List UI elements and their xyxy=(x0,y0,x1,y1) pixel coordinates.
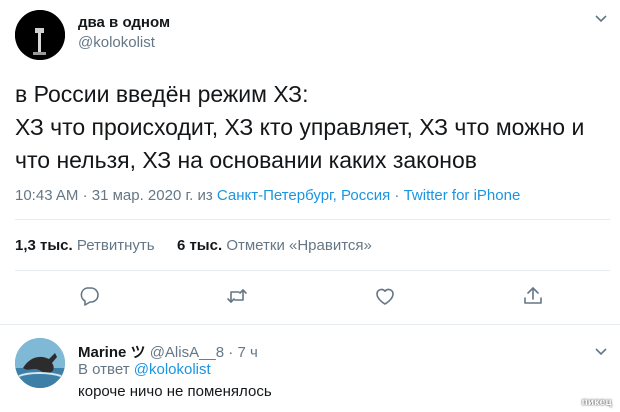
divider xyxy=(15,219,610,220)
reply-to-prefix: В ответ xyxy=(78,361,130,378)
reply-to-handle-link[interactable]: @kolokolist xyxy=(134,361,211,378)
chevron-down-icon[interactable] xyxy=(594,12,608,26)
tweet-text-line: в России введён режим ХЗ: xyxy=(15,81,309,107)
tweet-time[interactable]: 10:43 AM xyxy=(15,187,78,204)
author-avatar[interactable] xyxy=(15,10,65,60)
author-name[interactable]: два в одном xyxy=(78,14,170,31)
reply-header: Marine ツ @AlisA__8 · 7 ч xyxy=(78,341,258,362)
divider xyxy=(0,324,620,325)
avatar-image xyxy=(15,338,65,388)
retweet-icon[interactable] xyxy=(226,285,248,307)
likes-stat[interactable]: 6 тыс. Отметки «Нравится» xyxy=(177,237,372,254)
tweet-source-link[interactable]: Twitter for iPhone xyxy=(404,187,521,204)
tweet-text: в России введён режим ХЗ: ХЗ что происхо… xyxy=(15,78,610,177)
reply-text: короче ничо не поменялось xyxy=(78,383,272,400)
retweets-count: 1,3 тыс. xyxy=(15,237,73,254)
tweet-date[interactable]: 31 мар. 2020 г. xyxy=(92,187,194,204)
avatar-image xyxy=(15,10,65,60)
watermark: пикец xyxy=(581,397,612,408)
meta-separator: · xyxy=(82,187,92,204)
divider xyxy=(15,270,610,271)
from-word: из xyxy=(197,187,213,204)
reply-separator: · xyxy=(228,344,234,361)
tweet-stats: 1,3 тыс. Ретвитнуть 6 тыс. Отметки «Нрав… xyxy=(15,237,372,254)
reply-author-handle[interactable]: @AlisA__8 xyxy=(150,344,224,361)
tweet-location-link[interactable]: Санкт-Петербург, Россия xyxy=(217,187,390,204)
like-icon[interactable] xyxy=(374,285,396,307)
author-handle[interactable]: @kolokolist xyxy=(78,34,155,51)
tweet-text-line: что нельзя, ХЗ на основании каких законо… xyxy=(15,147,477,173)
reply-to-line: В ответ @kolokolist xyxy=(78,361,211,378)
tweet-metadata: 10:43 AM · 31 мар. 2020 г. из Санкт-Пете… xyxy=(15,187,520,204)
chevron-down-icon[interactable] xyxy=(594,345,608,359)
reply-icon[interactable] xyxy=(78,285,100,307)
share-icon[interactable] xyxy=(522,285,544,307)
reply-avatar[interactable] xyxy=(15,338,65,388)
reply-tweet[interactable]: Marine ツ @AlisA__8 · 7 ч В ответ @koloko… xyxy=(0,333,620,412)
likes-count: 6 тыс. xyxy=(176,237,223,254)
reply-age[interactable]: 7 ч xyxy=(237,344,257,361)
retweets-stat[interactable]: 1,3 тыс. Ретвитнуть xyxy=(15,237,159,254)
main-tweet: два в одном @kolokolist в России введён … xyxy=(0,0,620,333)
reply-author-name[interactable]: Marine ツ xyxy=(78,344,146,361)
likes-label: Отметки «Нравится» xyxy=(226,237,372,254)
retweets-label: Ретвитнуть xyxy=(76,237,155,254)
tweet-text-line: ХЗ что происходит, ХЗ кто управляет, ХЗ … xyxy=(15,114,585,140)
meta-separator: · xyxy=(394,187,404,204)
